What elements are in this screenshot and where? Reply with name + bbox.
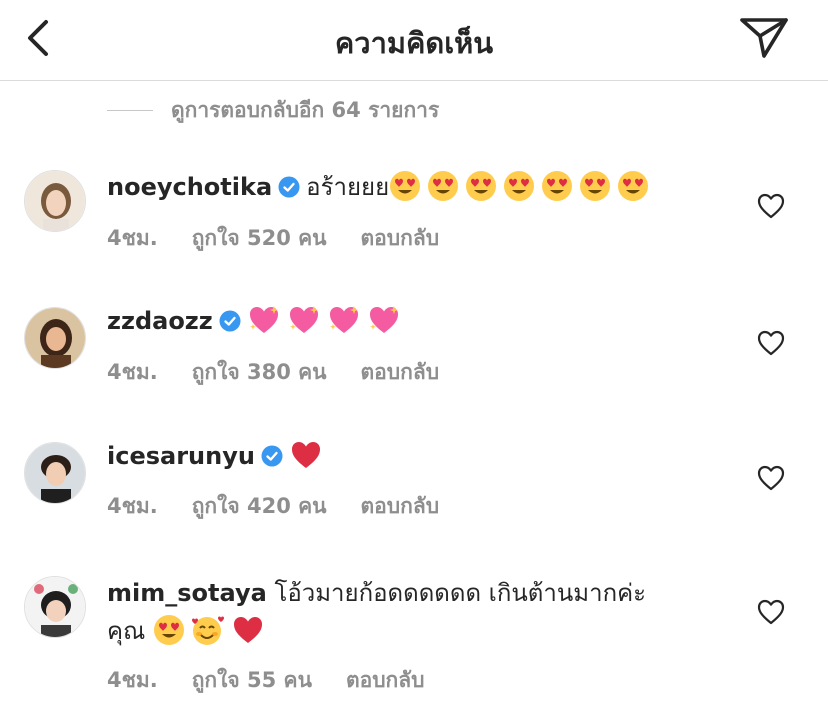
emoji-group bbox=[289, 442, 329, 470]
share-button[interactable] bbox=[738, 14, 790, 60]
avatar[interactable] bbox=[24, 170, 86, 232]
comment-meta: 4ชม. ถูกใจ 380 คน ตอบกลับ bbox=[107, 356, 473, 389]
heart-eyes-emoji-icon bbox=[466, 171, 497, 201]
like-button[interactable] bbox=[757, 465, 785, 491]
like-button[interactable] bbox=[757, 599, 785, 625]
emoji-group bbox=[153, 615, 271, 645]
like-button[interactable] bbox=[757, 193, 785, 219]
comment-meta: 4ชม. ถูกใจ 520 คน ตอบกลับ bbox=[107, 222, 473, 255]
reply-button[interactable]: ตอบกลับ bbox=[361, 222, 440, 255]
comment-time: 4ชม. bbox=[107, 226, 158, 250]
sparkling-heart-emoji-icon bbox=[369, 306, 398, 333]
comment-likes[interactable]: ถูกใจ 520 คน bbox=[192, 222, 327, 255]
top-bar: ความคิดเห็น bbox=[0, 0, 828, 81]
heart-eyes-emoji-icon bbox=[153, 615, 184, 645]
heart-eyes-emoji-icon bbox=[390, 171, 421, 201]
comment-username[interactable]: icesarunyu bbox=[107, 442, 255, 470]
comment-time: 4ชม. bbox=[107, 494, 158, 518]
divider-line bbox=[107, 109, 153, 111]
reply-button[interactable]: ตอบกลับ bbox=[346, 664, 425, 697]
verified-badge-icon bbox=[261, 445, 283, 467]
comment-username[interactable]: noeychotika bbox=[107, 173, 272, 201]
reply-button[interactable]: ตอบกลับ bbox=[361, 490, 440, 523]
comment-text: อร้ายยย bbox=[306, 173, 390, 201]
comment-time: 4ชม. bbox=[107, 668, 158, 692]
page-title: ความคิดเห็น bbox=[334, 26, 494, 60]
paper-plane-icon bbox=[740, 18, 788, 58]
verified-badge-icon bbox=[219, 310, 241, 332]
comment-username[interactable]: mim_sotaya bbox=[107, 579, 267, 607]
comment-meta: 4ชม. ถูกใจ 420 คน ตอบกลับ bbox=[107, 490, 473, 523]
verified-badge-icon bbox=[278, 176, 300, 198]
comment-time: 4ชม. bbox=[107, 360, 158, 384]
heart-outline-icon bbox=[757, 599, 785, 625]
avatar[interactable] bbox=[24, 442, 86, 504]
comment-meta: 4ชม. ถูกใจ 55 คน ตอบกลับ bbox=[107, 664, 458, 697]
avatar[interactable] bbox=[24, 576, 86, 638]
heart-eyes-emoji-icon bbox=[580, 171, 611, 201]
sparkling-heart-emoji-icon bbox=[249, 306, 278, 333]
emoji-group bbox=[247, 306, 407, 335]
comment-likes[interactable]: ถูกใจ 420 คน bbox=[192, 490, 327, 523]
red-heart-emoji-icon bbox=[233, 617, 262, 643]
heart-outline-icon bbox=[757, 193, 785, 219]
heart-outline-icon bbox=[757, 330, 785, 356]
like-button[interactable] bbox=[757, 330, 785, 356]
heart-eyes-emoji-icon bbox=[618, 171, 649, 201]
comment-likes[interactable]: ถูกใจ 55 คน bbox=[192, 664, 312, 697]
heart-eyes-emoji-icon bbox=[428, 171, 459, 201]
comment-text: โอ้วมายก้อดดดดดด เกินต้านมากค่ะ bbox=[274, 579, 647, 607]
smiling-face-with-hearts-emoji-icon bbox=[191, 616, 224, 645]
heart-eyes-emoji-icon bbox=[504, 171, 535, 201]
avatar[interactable] bbox=[24, 307, 86, 369]
sparkling-heart-emoji-icon bbox=[329, 306, 358, 333]
comment-text-continued: คุณ bbox=[107, 617, 146, 645]
comment-likes[interactable]: ถูกใจ 380 คน bbox=[192, 356, 327, 389]
view-more-replies-button[interactable]: ดูการตอบกลับอีก 64 รายการ bbox=[107, 92, 439, 128]
heart-outline-icon bbox=[757, 465, 785, 491]
sparkling-heart-emoji-icon bbox=[289, 306, 318, 333]
reply-button[interactable]: ตอบกลับ bbox=[361, 356, 440, 389]
red-heart-emoji-icon bbox=[291, 442, 320, 468]
view-more-replies-label: ดูการตอบกลับอีก 64 รายการ bbox=[171, 97, 440, 122]
comment-username[interactable]: zzdaozz bbox=[107, 307, 213, 335]
emoji-group bbox=[389, 171, 655, 201]
heart-eyes-emoji-icon bbox=[542, 171, 573, 201]
